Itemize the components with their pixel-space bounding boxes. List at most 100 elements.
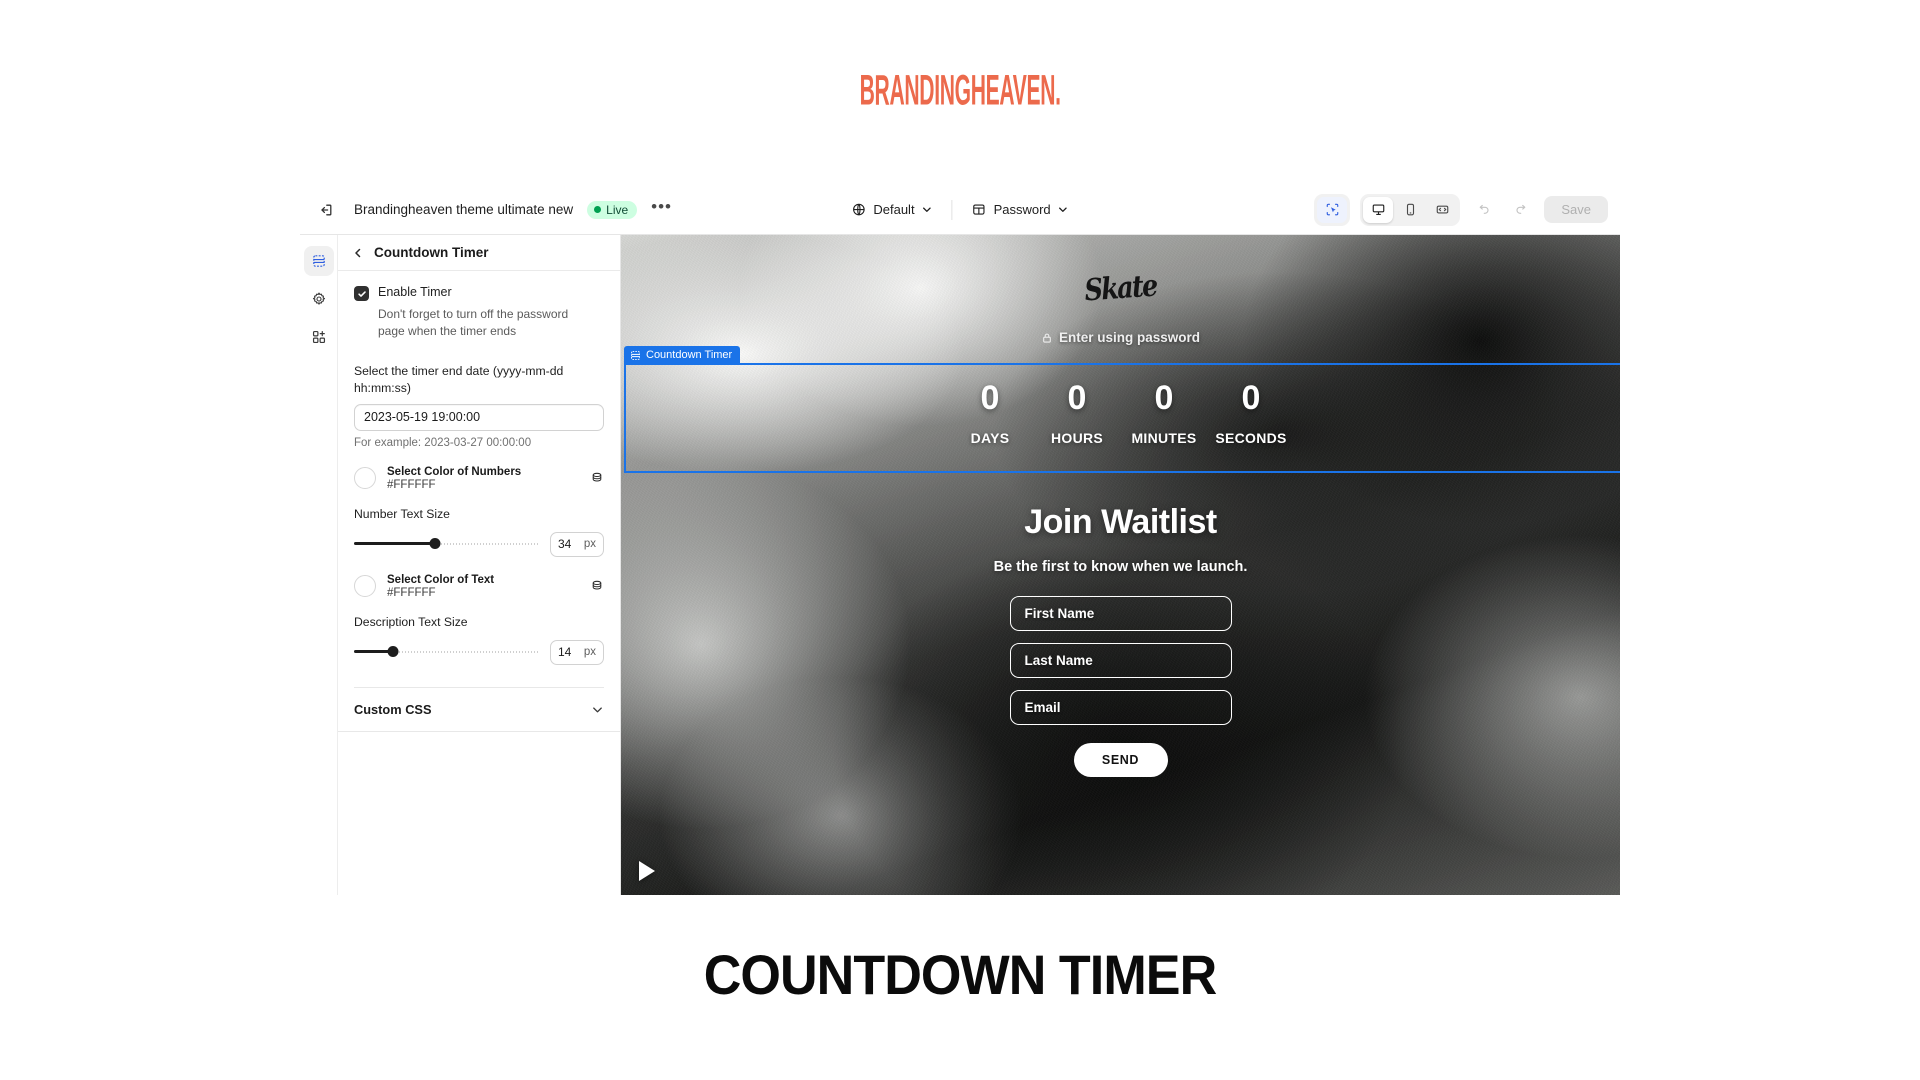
redo-icon[interactable] [1506, 197, 1536, 223]
page-selector-dropdown[interactable]: Password [963, 197, 1078, 222]
chevron-down-icon [922, 204, 933, 215]
description-text-size-label: Description Text Size [354, 614, 468, 629]
countdown-minutes-value: 0 [1154, 379, 1174, 417]
page-title: Countdown Timer [374, 245, 489, 260]
shopify-theme-editor-window: Brandingheaven theme ultimate new Live •… [300, 185, 1620, 895]
countdown-unit-seconds: 0 SECONDS [1208, 379, 1295, 446]
number-text-size-value[interactable]: 34 px [550, 531, 604, 557]
status-dot [594, 206, 602, 213]
topbar-right-group: Save [1314, 193, 1608, 226]
page-selector-label: Password [993, 202, 1051, 217]
panel-body: Enable Timer Don't forget to turn off th… [338, 271, 620, 688]
section-selection-tag[interactable]: Countdown Timer [624, 346, 741, 364]
countdown-unit-days: 0 DAYS [947, 379, 1034, 446]
countdown-unit-minutes: 0 MINUTES [1121, 379, 1208, 446]
globe-icon [851, 202, 866, 217]
waitlist-title: Join Waitlist [1024, 503, 1217, 541]
brand-header: BRANDINGHEAVEN. [0, 67, 1920, 115]
sidebar-item-theme-settings[interactable] [304, 284, 334, 314]
email-input[interactable] [1009, 690, 1232, 725]
device-preview-group [1360, 193, 1461, 226]
countdown-hours-label: HOURS [1050, 429, 1104, 446]
mobile-icon[interactable] [1395, 197, 1425, 223]
countdown-days-label: DAYS [970, 429, 1010, 446]
countdown-unit-hours: 0 HOURS [1034, 379, 1121, 446]
status-badge-label: Live [606, 202, 629, 217]
cursor-select-icon[interactable] [1317, 196, 1348, 223]
editor-body: Countdown Timer Enable Timer Don't forge… [300, 234, 1620, 895]
section-selection-label: Countdown Timer [646, 349, 733, 361]
play-icon[interactable] [639, 861, 655, 881]
more-options-button[interactable]: ••• [651, 198, 672, 217]
color-of-text-row: Select Color of Text #FFFFFF [354, 574, 604, 599]
editor-icon-rail [300, 235, 338, 895]
sections-icon [630, 350, 641, 361]
color-swatch-icon[interactable] [354, 575, 376, 598]
topbar-center-group: Default Password [842, 197, 1077, 222]
save-button[interactable]: Save [1544, 196, 1608, 223]
number-text-size-slider-row: 34 px [354, 531, 604, 557]
brand-logo: BRANDINGHEAVEN. [859, 67, 1061, 115]
topbar-left-group: Brandingheaven theme ultimate new Live •… [300, 196, 672, 224]
enable-timer-checkbox[interactable] [354, 286, 369, 301]
countdown-timer-section: 0 DAYS 0 HOURS 0 MINUTES 0 SECONDS [621, 379, 1620, 446]
desktop-icon[interactable] [1363, 196, 1394, 223]
enable-timer-row[interactable]: Enable Timer [354, 285, 604, 301]
number-text-size-number: 34 [558, 537, 572, 552]
color-library-icon[interactable] [590, 471, 604, 485]
lock-icon [1041, 332, 1053, 344]
countdown-seconds-label: SECONDS [1215, 429, 1287, 446]
number-text-size-slider[interactable] [354, 538, 539, 550]
date-field-hint: For example: 2023-03-27 00:00:00 [354, 436, 532, 449]
theme-preview-canvas[interactable]: Skate Enter using password Countdown Tim… [621, 235, 1620, 895]
enter-using-password-link[interactable]: Enter using password [621, 330, 1620, 345]
color-of-numbers-label: Select Color of Numbers [387, 465, 522, 478]
color-of-text-text: Select Color of Text #FFFFFF [387, 574, 579, 599]
waitlist-form: SEND [621, 596, 1620, 777]
sidebar-item-app-embeds[interactable] [304, 322, 334, 352]
color-of-numbers-hex: #FFFFFF [387, 478, 436, 491]
description-text-size-number: 14 [558, 645, 572, 660]
timer-end-date-input[interactable] [354, 403, 604, 431]
date-field-label: Select the timer end date (yyyy-mm-dd hh… [354, 363, 564, 395]
fullwidth-icon[interactable] [1427, 197, 1457, 223]
countdown-days-value: 0 [980, 379, 1000, 417]
waitlist-subtitle: Be the first to know when we launch. [993, 559, 1248, 575]
waitlist-section: Join Waitlist Be the first to know when … [621, 503, 1620, 777]
theme-name: Brandingheaven theme ultimate new [354, 202, 574, 217]
sidebar-item-sections[interactable] [303, 246, 334, 276]
theme-selector-label: Default [873, 202, 915, 217]
exit-icon[interactable] [312, 196, 340, 224]
countdown-hours-value: 0 [1067, 379, 1087, 417]
editor-topbar: Brandingheaven theme ultimate new Live •… [300, 185, 1620, 234]
theme-selector-dropdown[interactable]: Default [842, 197, 941, 222]
last-name-input[interactable] [1009, 643, 1232, 678]
description-text-size-value[interactable]: 14 px [550, 639, 604, 665]
status-badge: Live [587, 200, 638, 219]
color-of-numbers-row: Select Color of Numbers #FFFFFF [354, 466, 604, 491]
enter-using-password-label: Enter using password [1058, 330, 1201, 345]
page-icon [972, 202, 987, 217]
description-text-size-slider[interactable] [354, 646, 539, 658]
color-of-numbers-text: Select Color of Numbers #FFFFFF [387, 466, 579, 491]
settings-panel: Countdown Timer Enable Timer Don't forge… [338, 235, 621, 895]
color-of-text-hex: #FFFFFF [387, 586, 436, 599]
description-text-size-slider-row: 14 px [354, 639, 604, 665]
first-name-input[interactable] [1009, 596, 1232, 631]
select-tool-group [1314, 193, 1351, 226]
undo-icon[interactable] [1468, 197, 1498, 223]
chevron-down-icon [1058, 204, 1069, 215]
panel-header: Countdown Timer [338, 235, 620, 271]
color-swatch-icon[interactable] [354, 467, 376, 490]
chevron-left-icon[interactable] [352, 247, 364, 259]
description-text-size-unit: px [583, 646, 596, 659]
custom-css-label: Custom CSS [354, 701, 432, 717]
color-library-icon[interactable] [590, 579, 604, 593]
enable-timer-help-text: Don't forget to turn off the password pa… [378, 307, 569, 339]
send-button[interactable]: SEND [1073, 743, 1168, 777]
number-text-size-label: Number Text Size [354, 506, 450, 521]
color-of-text-label: Select Color of Text [387, 573, 495, 586]
custom-css-accordion[interactable]: Custom CSS [338, 688, 620, 732]
countdown-minutes-label: MINUTES [1131, 429, 1197, 446]
countdown-seconds-value: 0 [1241, 379, 1261, 417]
